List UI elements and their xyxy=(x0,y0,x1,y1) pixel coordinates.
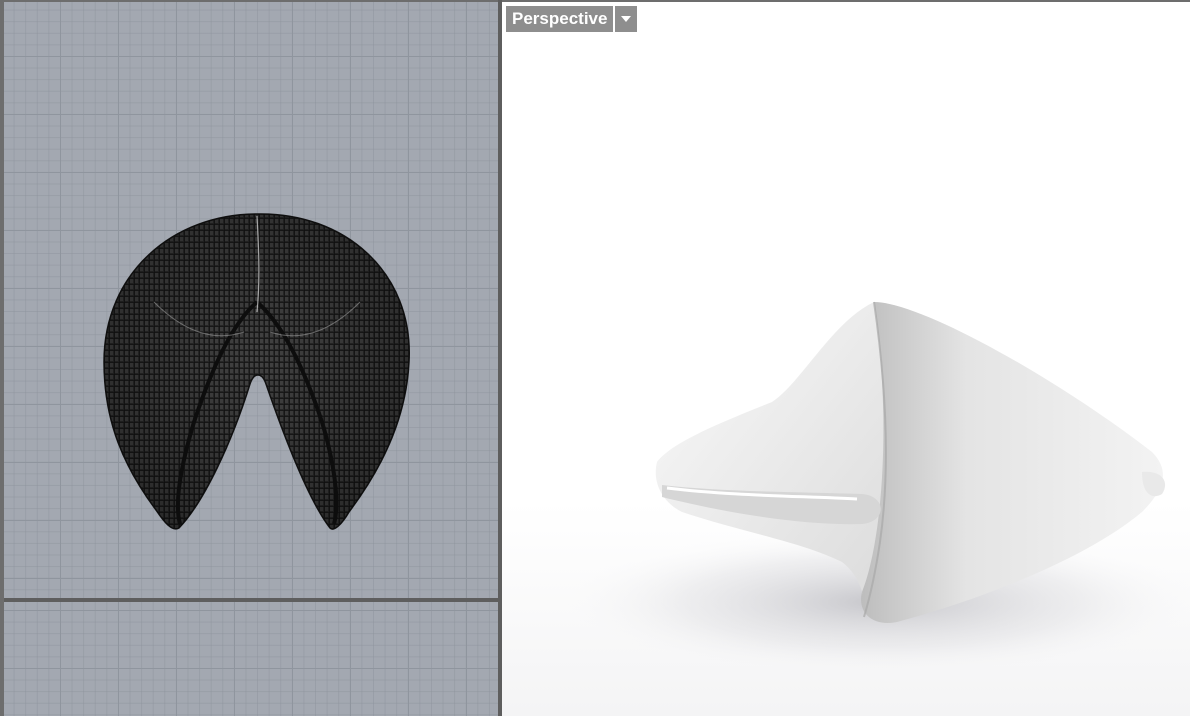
perspective-viewport[interactable]: Perspective xyxy=(502,2,1190,716)
viewport-splitter-horizontal[interactable] xyxy=(4,598,498,602)
viewport-tab: Perspective xyxy=(506,6,638,32)
chevron-down-icon[interactable] xyxy=(615,6,638,32)
top-viewport[interactable] xyxy=(4,2,498,598)
viewport-splitter-vertical[interactable] xyxy=(498,0,502,716)
bottom-viewport[interactable] xyxy=(4,602,498,716)
viewport-title[interactable]: Perspective xyxy=(506,6,614,32)
rendered-model xyxy=(552,301,1190,677)
wireframe-model xyxy=(103,213,410,530)
